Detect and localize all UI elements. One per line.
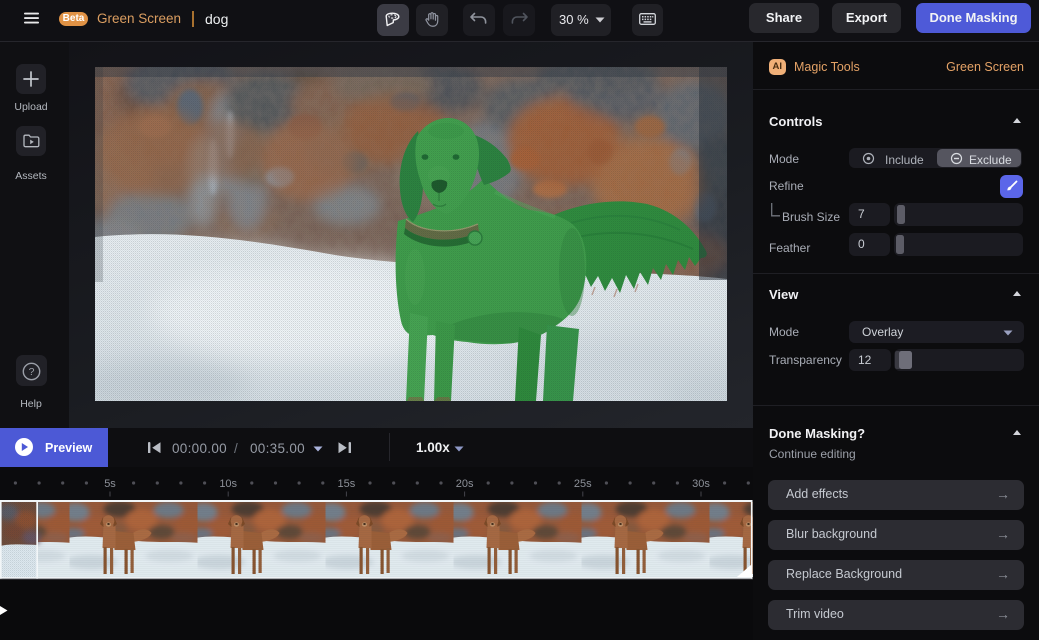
svg-text:?: ?: [29, 366, 35, 378]
svg-text:5s: 5s: [104, 478, 116, 490]
svg-text:25s: 25s: [574, 478, 592, 490]
svg-text:15s: 15s: [338, 478, 356, 490]
svg-text:30s: 30s: [692, 478, 710, 490]
svg-text:20s: 20s: [456, 478, 474, 490]
svg-text:10s: 10s: [219, 478, 237, 490]
